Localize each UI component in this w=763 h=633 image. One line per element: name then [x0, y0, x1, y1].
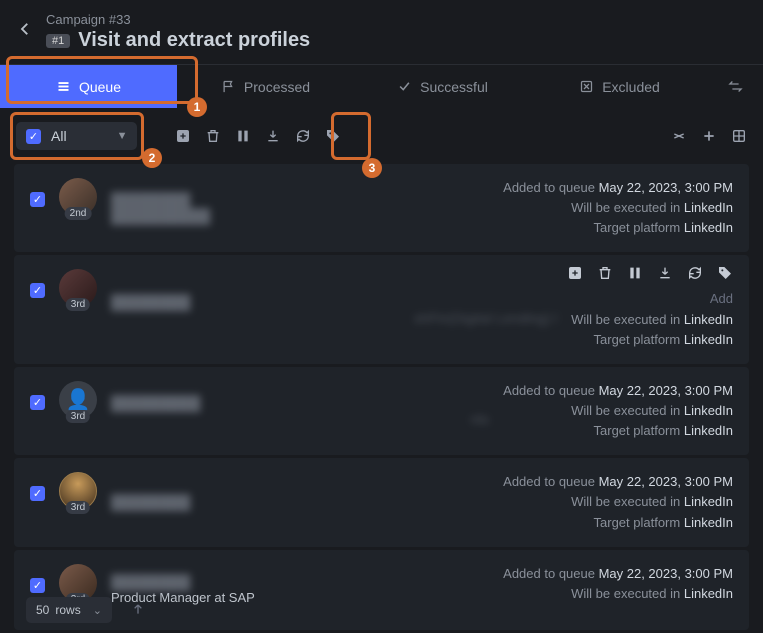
tab-more[interactable]: [708, 65, 763, 108]
row-checkbox[interactable]: ✓: [30, 486, 45, 501]
tab-queue[interactable]: Queue: [0, 65, 177, 108]
row-download-icon[interactable]: [657, 265, 673, 281]
row-checkbox[interactable]: ✓: [30, 192, 45, 207]
degree-badge: 3rd: [66, 501, 90, 514]
plus-icon[interactable]: [701, 128, 717, 144]
row-tag-icon[interactable]: [717, 265, 733, 281]
profile-card[interactable]: ✓ 3rd ████████shFin(Digital Lending) l A…: [14, 255, 749, 363]
profile-card[interactable]: ✓ 2nd ██████████████████ Added to queue …: [14, 164, 749, 252]
page-title: Visit and extract profiles: [78, 29, 310, 52]
avatar: 2nd: [59, 178, 97, 216]
download-icon[interactable]: [265, 128, 281, 144]
chevron-down-icon: ⌄: [93, 604, 102, 617]
status-tabs: Queue Processed Successful Excluded: [0, 64, 763, 108]
chevron-down-icon: ▼: [117, 130, 128, 142]
check-icon: [397, 79, 412, 94]
row-move-icon[interactable]: [627, 265, 643, 281]
tab-successful[interactable]: Successful: [354, 65, 531, 108]
profile-card[interactable]: ✓ 3rd ████████ Added to queue May 22, 20…: [14, 458, 749, 546]
flag-icon: [221, 79, 236, 94]
grid-icon[interactable]: [731, 128, 747, 144]
step-badge: #1: [46, 34, 70, 48]
tab-excluded[interactable]: Excluded: [531, 65, 708, 108]
scroll-top-button[interactable]: [130, 601, 146, 620]
queue-icon: [56, 79, 71, 94]
select-all-dropdown[interactable]: ✓ All ▼: [16, 122, 137, 150]
select-all-checkbox[interactable]: ✓: [26, 129, 41, 144]
row-actions: [567, 265, 733, 281]
degree-badge: 3rd: [66, 410, 90, 423]
swap-icon: [728, 79, 743, 94]
add-icon[interactable]: [175, 128, 191, 144]
excluded-icon: [579, 79, 594, 94]
card-meta: Added to queue May 22, 2023, 3:00 PM Wil…: [503, 472, 733, 532]
rows-label: rows: [55, 603, 80, 617]
degree-badge: 2nd: [65, 207, 92, 220]
tab-label: Successful: [420, 79, 488, 95]
annotation-step-3: 3: [362, 158, 382, 178]
profile-card[interactable]: ✓ 👤 3rd █████████nts Added to queue May …: [14, 367, 749, 455]
row-add-icon[interactable]: [567, 265, 583, 281]
back-button[interactable]: [16, 12, 34, 43]
card-meta: Add Will be executed in LinkedIn Target …: [571, 269, 733, 349]
row-refresh-icon[interactable]: [687, 265, 703, 281]
annotation-step-2: 2: [142, 148, 162, 168]
avatar: 3rd: [59, 269, 97, 307]
row-checkbox[interactable]: ✓: [30, 395, 45, 410]
row-checkbox[interactable]: ✓: [30, 283, 45, 298]
refresh-icon[interactable]: [295, 128, 311, 144]
avatar: 👤 3rd: [59, 381, 97, 419]
bulk-toolbar: ✓ All ▼: [0, 108, 763, 164]
tag-icon[interactable]: [325, 128, 341, 144]
row-delete-icon[interactable]: [597, 265, 613, 281]
card-meta: Added to queue May 22, 2023, 3:00 PM Wil…: [503, 381, 733, 441]
tab-label: Queue: [79, 79, 121, 95]
avatar: 3rd: [59, 564, 97, 602]
rows-value: 50: [36, 603, 49, 617]
tab-label: Processed: [244, 79, 310, 95]
row-checkbox[interactable]: ✓: [30, 578, 45, 593]
card-meta: Added to queue May 22, 2023, 3:00 PM Wil…: [503, 178, 733, 238]
collapse-icon[interactable]: [671, 128, 687, 144]
delete-icon[interactable]: [205, 128, 221, 144]
select-all-label: All: [51, 128, 67, 144]
campaign-label: Campaign #33: [46, 12, 747, 27]
move-icon[interactable]: [235, 128, 251, 144]
rows-per-page[interactable]: 50 rows ⌄: [26, 597, 112, 623]
degree-badge: 3rd: [66, 298, 90, 311]
tab-label: Excluded: [602, 79, 660, 95]
avatar: 3rd: [59, 472, 97, 510]
annotation-step-1: 1: [187, 97, 207, 117]
card-meta: Added to queue May 22, 2023, 3:00 PM Wil…: [503, 564, 733, 616]
profile-subtitle: Product Manager at SAP: [111, 590, 489, 605]
